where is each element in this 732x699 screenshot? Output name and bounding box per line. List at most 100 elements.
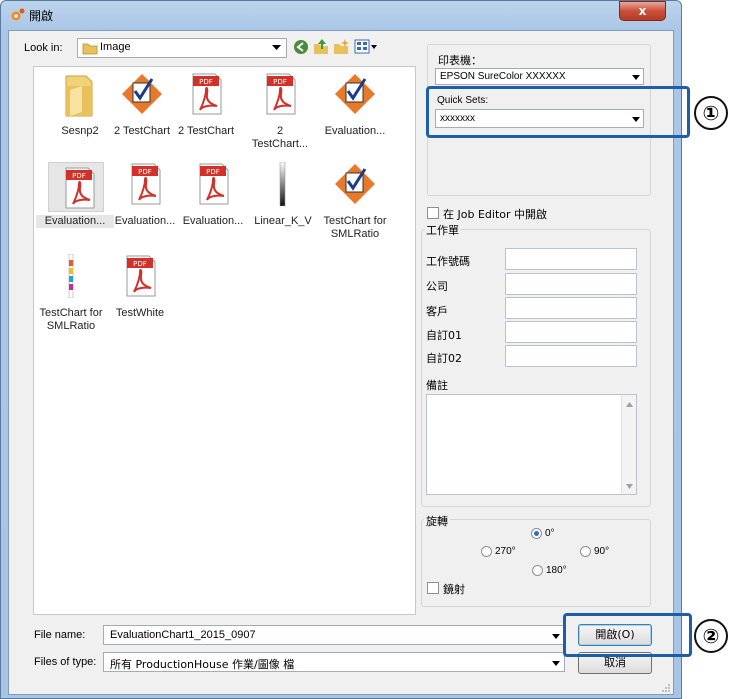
up-folder-icon[interactable] bbox=[313, 38, 329, 55]
notes-scrollbar[interactable] bbox=[621, 395, 636, 494]
file-item[interactable]: Sesnp2 bbox=[45, 72, 115, 156]
pdf-icon: PDF bbox=[184, 72, 228, 116]
callout-number-2: ② bbox=[694, 619, 728, 653]
file-type-value: 所有 ProductionHouse 作業/圖像 檔 bbox=[110, 658, 295, 671]
back-icon[interactable] bbox=[293, 39, 309, 55]
file-label: Evaluation... bbox=[324, 125, 386, 137]
look-in-value: Image bbox=[100, 41, 131, 53]
pdf-badge: PDF bbox=[133, 260, 147, 268]
file-item[interactable]: Linear_K_V bbox=[248, 161, 318, 246]
notes-textarea[interactable] bbox=[426, 394, 637, 495]
checkmark-doc-icon bbox=[120, 72, 164, 116]
rotation-180-radio[interactable] bbox=[532, 565, 543, 576]
job-number-input[interactable] bbox=[505, 248, 637, 270]
pdf-badge: PDF bbox=[273, 78, 287, 86]
mirror-label: 鏡射 bbox=[443, 583, 465, 596]
company-input[interactable] bbox=[505, 273, 637, 295]
file-item[interactable]: PDF Evaluation... bbox=[178, 162, 248, 246]
field-label-job-number: 工作號碼 bbox=[426, 255, 470, 268]
cancel-button-label: 取消 bbox=[604, 656, 626, 669]
pdf-icon: PDF bbox=[258, 72, 302, 116]
callout-number-1: ① bbox=[694, 96, 728, 130]
file-label: Evaluation... bbox=[114, 215, 176, 227]
file-label: TestWhite bbox=[115, 307, 165, 319]
rotation-0-label: 0° bbox=[545, 528, 555, 539]
file-item[interactable]: PDF TestWhite bbox=[105, 254, 175, 338]
rotation-90-radio[interactable] bbox=[580, 546, 591, 557]
work-order-title: 工作單 bbox=[424, 222, 461, 238]
file-label: 2 TestChart... bbox=[251, 125, 309, 150]
file-item[interactable]: PDF Evaluation... bbox=[110, 162, 180, 246]
job-editor-checkbox[interactable] bbox=[427, 207, 439, 219]
view-menu-icon[interactable] bbox=[354, 39, 378, 55]
file-item[interactable]: PDF 2 TestChart bbox=[171, 72, 241, 156]
scroll-down-icon[interactable] bbox=[626, 484, 633, 489]
pdf-icon: PDF bbox=[191, 162, 235, 206]
field-label-company: 公司 bbox=[426, 280, 448, 293]
folder-icon bbox=[58, 72, 102, 117]
file-item[interactable]: TestChart for SMLRatio bbox=[36, 253, 106, 338]
close-icon: x bbox=[638, 4, 647, 18]
printer-value: EPSON SureColor XXXXXX bbox=[440, 71, 566, 82]
pdf-icon: PDF bbox=[48, 162, 104, 212]
chevron-down-icon bbox=[272, 45, 281, 50]
look-in-label: Look in: bbox=[24, 42, 63, 54]
file-item[interactable]: TestChart for SMLRatio bbox=[320, 162, 390, 246]
field-label-customer: 客戶 bbox=[426, 305, 448, 318]
callout-box-2 bbox=[563, 613, 692, 657]
pdf-icon: PDF bbox=[123, 162, 167, 206]
pdf-icon: PDF bbox=[118, 254, 162, 298]
file-item[interactable]: 2 TestChart bbox=[107, 72, 177, 156]
app-icon bbox=[10, 7, 26, 21]
file-item[interactable]: PDF 2 TestChart... bbox=[245, 72, 315, 156]
pdf-badge: PDF bbox=[138, 168, 152, 176]
file-label: 2 TestChart bbox=[177, 125, 235, 137]
chevron-down-icon bbox=[552, 634, 560, 639]
window-title: 開啟 bbox=[29, 9, 54, 23]
rotation-90-label: 90° bbox=[594, 546, 610, 557]
chevron-down-icon bbox=[552, 661, 560, 666]
pdf-badge: PDF bbox=[206, 168, 220, 176]
file-label: Evaluation... bbox=[182, 215, 244, 227]
mirror-checkbox[interactable] bbox=[427, 582, 439, 594]
file-name-label: File name: bbox=[34, 629, 86, 641]
rotation-270-radio[interactable] bbox=[481, 546, 492, 557]
file-label: TestChart for SMLRatio bbox=[39, 307, 103, 332]
file-label: Evaluation... bbox=[36, 215, 114, 228]
rotation-title: 旋轉 bbox=[424, 513, 450, 529]
chevron-down-icon bbox=[632, 75, 640, 80]
folder-icon bbox=[82, 43, 98, 55]
title-bar[interactable]: 開啟 x bbox=[0, 0, 682, 28]
file-name-value: EvaluationChart1_2015_0907 bbox=[110, 629, 256, 641]
pdf-badge: PDF bbox=[72, 172, 86, 180]
file-item-selected[interactable]: PDF Evaluation... bbox=[36, 162, 114, 246]
color-strip-icon bbox=[49, 253, 93, 299]
customer-input[interactable] bbox=[505, 297, 637, 319]
scroll-up-icon[interactable] bbox=[626, 402, 633, 407]
custom02-input[interactable] bbox=[505, 345, 637, 367]
close-button[interactable]: x bbox=[619, 1, 666, 21]
printer-combo[interactable]: EPSON SureColor XXXXXX bbox=[435, 68, 644, 85]
file-label: TestChart for SMLRatio bbox=[323, 215, 387, 240]
rotation-0-radio[interactable] bbox=[531, 528, 542, 539]
printer-label: 印表機： bbox=[438, 55, 482, 67]
file-type-label: Files of type: bbox=[34, 656, 97, 668]
file-type-select[interactable]: 所有 ProductionHouse 作業/圖像 檔 bbox=[103, 652, 565, 672]
rotation-180-label: 180° bbox=[546, 565, 567, 576]
callout-box-1 bbox=[426, 86, 690, 138]
checkmark-doc-icon bbox=[333, 162, 377, 206]
gradient-strip-icon bbox=[261, 161, 305, 207]
field-label-custom01: 自訂01 bbox=[426, 329, 462, 342]
file-item[interactable]: Evaluation... bbox=[320, 72, 390, 156]
custom01-input[interactable] bbox=[505, 321, 637, 343]
field-label-custom02: 自訂02 bbox=[426, 352, 462, 365]
resize-grip-icon[interactable] bbox=[661, 683, 671, 693]
file-label: Linear_K_V bbox=[254, 215, 312, 227]
pdf-badge: PDF bbox=[199, 78, 213, 86]
rotation-270-label: 270° bbox=[495, 546, 516, 557]
checkmark-doc-icon bbox=[333, 72, 377, 116]
notes-label: 備註 bbox=[426, 379, 448, 392]
job-editor-label: 在 Job Editor 中開啟 bbox=[443, 208, 548, 221]
file-name-input[interactable]: EvaluationChart1_2015_0907 bbox=[103, 625, 565, 645]
new-folder-icon[interactable] bbox=[333, 38, 350, 55]
